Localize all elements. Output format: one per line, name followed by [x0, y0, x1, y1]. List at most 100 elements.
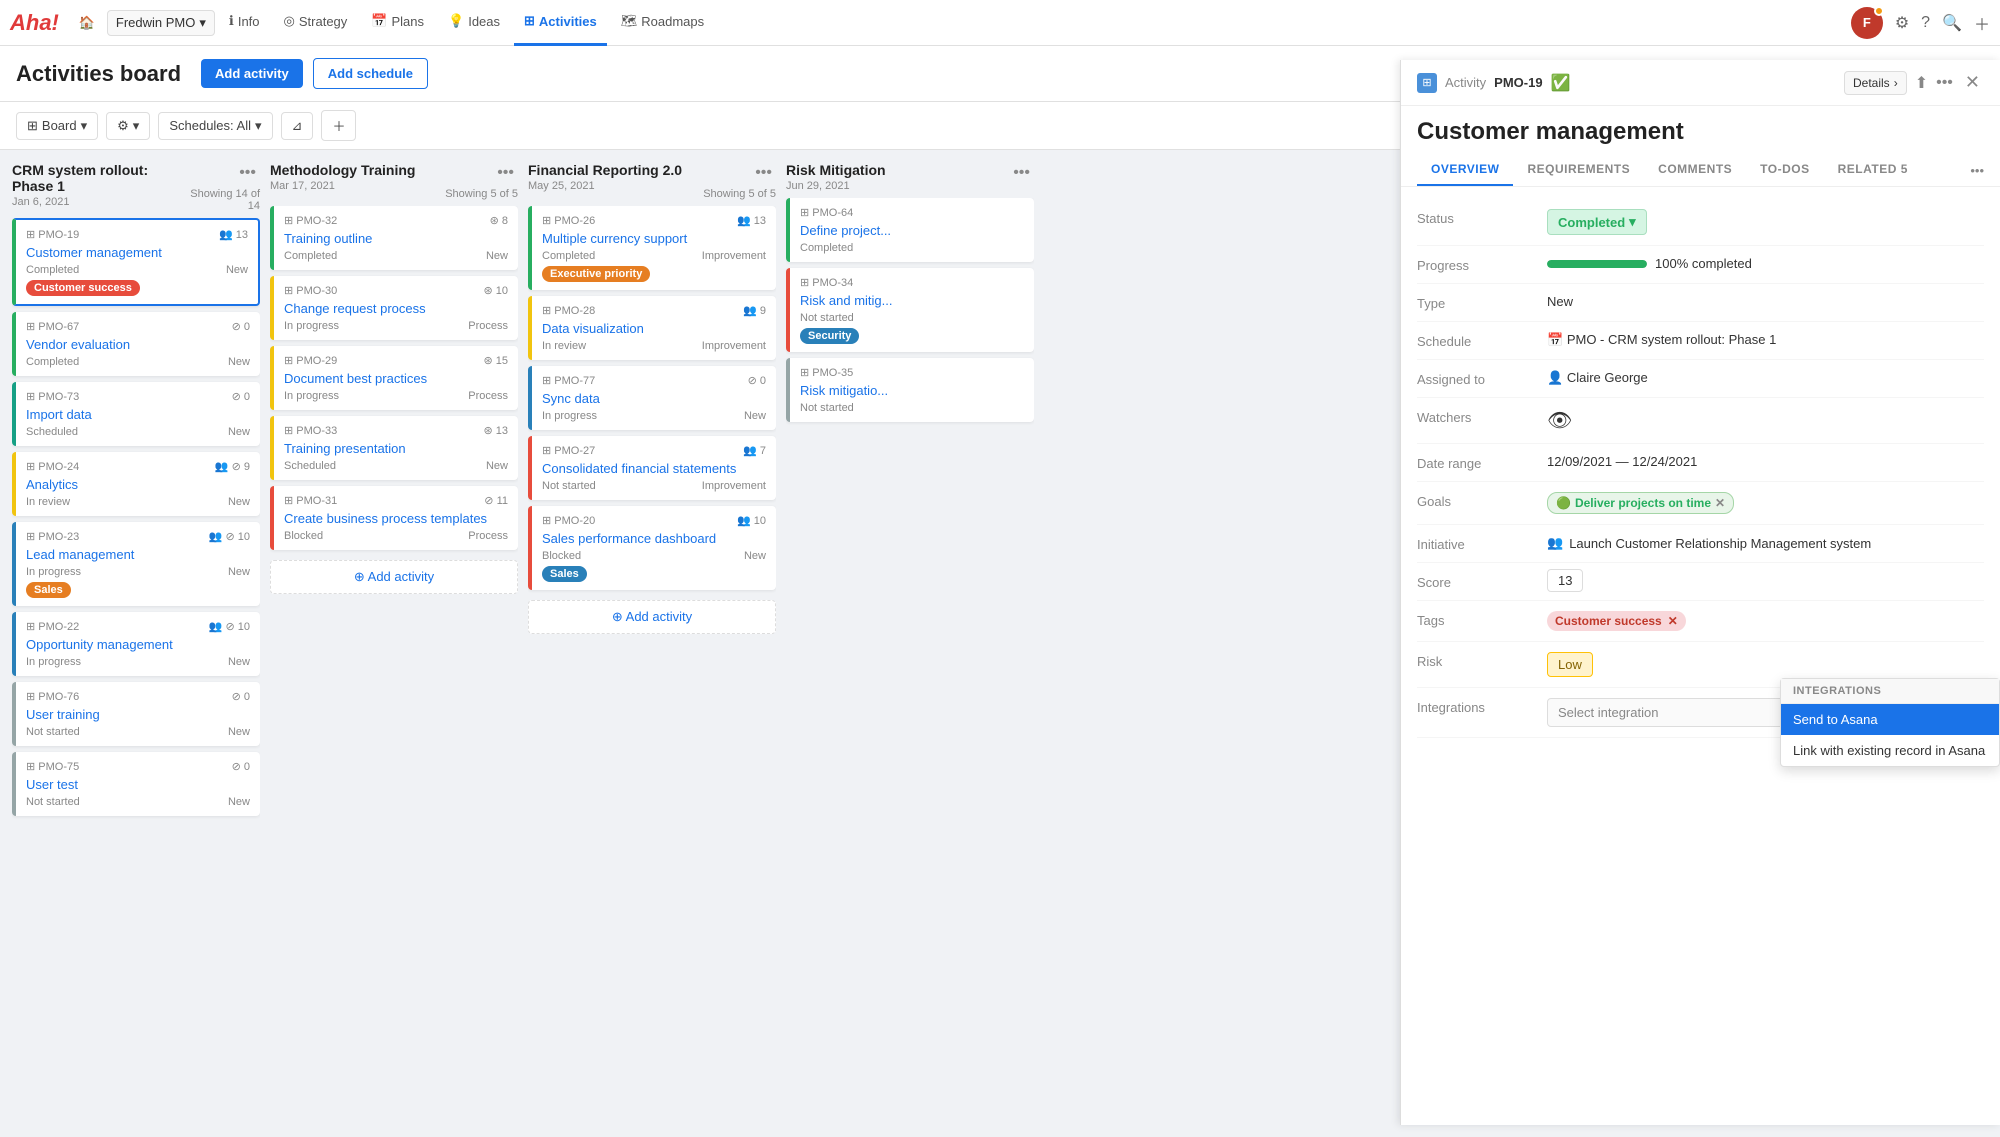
- card-title-pmo-73[interactable]: Import data: [26, 407, 250, 422]
- search-icon[interactable]: 🔍: [1942, 13, 1962, 33]
- card-pmo-28[interactable]: ⊞ PMO-28 👥 9 Data visualization In revie…: [528, 296, 776, 360]
- settings-button[interactable]: ⚙ ▾: [106, 112, 150, 140]
- nav-info[interactable]: ℹ Info: [219, 0, 270, 46]
- card-title-pmo-22[interactable]: Opportunity management: [26, 637, 250, 652]
- card-pmo-64[interactable]: ⊞ PMO-64 Define project... Completed: [786, 198, 1034, 262]
- card-title-pmo-24[interactable]: Analytics: [26, 477, 250, 492]
- card-pmo-31[interactable]: ⊞ PMO-31 ⊘ 11 Create business process te…: [270, 486, 518, 550]
- tab-requirements[interactable]: REQUIREMENTS: [1513, 154, 1644, 186]
- panel-details-button[interactable]: Details ›: [1844, 71, 1907, 95]
- app-logo: Aha!: [10, 10, 59, 36]
- card-pmo-34[interactable]: ⊞ PMO-34 Risk and mitig... Not started S…: [786, 268, 1034, 352]
- initiative-icon: 👥: [1547, 535, 1563, 551]
- field-assigned-to: Assigned to 👤 Claire George: [1417, 360, 1984, 398]
- nav-plans[interactable]: 📅 Plans: [361, 0, 434, 46]
- card-pmo-33[interactable]: ⊞ PMO-33 ⊛ 13 Training presentation Sche…: [270, 416, 518, 480]
- add-column-button[interactable]: ＋: [321, 110, 356, 141]
- card-title-pmo-20[interactable]: Sales performance dashboard: [542, 531, 766, 546]
- nav-ideas[interactable]: 💡 Ideas: [438, 0, 510, 46]
- card-title-pmo-34[interactable]: Risk and mitig...: [800, 293, 1024, 308]
- card-pmo-27[interactable]: ⊞ PMO-27 👥 7 Consolidated financial stat…: [528, 436, 776, 500]
- schedules-filter-button[interactable]: Schedules: All ▾: [158, 112, 272, 140]
- nav-roadmaps[interactable]: 🗺 Roadmaps: [611, 0, 714, 46]
- panel-close-button[interactable]: ✕: [1961, 70, 1984, 95]
- settings-icon[interactable]: ⚙: [1895, 13, 1909, 33]
- card-pmo-67[interactable]: ⊞ PMO-67 ⊘ 0 Vendor evaluation Completed…: [12, 312, 260, 376]
- add-activity-financial[interactable]: ⊕ Add activity: [528, 600, 776, 634]
- card-pmo-76[interactable]: ⊞ PMO-76 ⊘ 0 User training Not started N…: [12, 682, 260, 746]
- card-pmo-32[interactable]: ⊞ PMO-32 ⊛ 8 Training outline Completed …: [270, 206, 518, 270]
- assignee-avatar-icon: 👤: [1547, 370, 1567, 385]
- card-title-pmo-76[interactable]: User training: [26, 707, 250, 722]
- card-icons-pmo-33: ⊛ 13: [483, 424, 508, 437]
- card-title-pmo-28[interactable]: Data visualization: [542, 321, 766, 336]
- card-type-pmo-23: New: [228, 566, 250, 578]
- card-type-pmo-73: New: [228, 426, 250, 438]
- card-title-pmo-35[interactable]: Risk mitigatio...: [800, 383, 1024, 398]
- nav-activities[interactable]: ⊞ Activities: [514, 0, 607, 46]
- card-pmo-20[interactable]: ⊞ PMO-20 👥 10 Sales performance dashboar…: [528, 506, 776, 590]
- card-pmo-22[interactable]: ⊞ PMO-22 👥 ⊘ 10 Opportunity management I…: [12, 612, 260, 676]
- panel-export-icon[interactable]: ⬆: [1915, 73, 1928, 93]
- filter-button[interactable]: ⊿: [281, 112, 314, 140]
- card-type-pmo-22: New: [228, 656, 250, 668]
- card-title-pmo-32[interactable]: Training outline: [284, 231, 508, 246]
- card-pmo-77[interactable]: ⊞ PMO-77 ⊘ 0 Sync data In progress New: [528, 366, 776, 430]
- status-badge[interactable]: Completed ▾: [1547, 209, 1647, 235]
- add-activity-methodology[interactable]: ⊕ Add activity: [270, 560, 518, 594]
- card-pmo-73[interactable]: ⊞ PMO-73 ⊘ 0 Import data Scheduled New: [12, 382, 260, 446]
- col-menu-financial[interactable]: •••: [751, 162, 776, 184]
- card-title-pmo-19[interactable]: Customer management: [26, 245, 248, 260]
- field-label-tags: Tags: [1417, 611, 1547, 628]
- card-title-pmo-30[interactable]: Change request process: [284, 301, 508, 316]
- help-icon[interactable]: ?: [1921, 14, 1930, 32]
- card-pmo-75[interactable]: ⊞ PMO-75 ⊘ 0 User test Not started New: [12, 752, 260, 816]
- card-title-pmo-29[interactable]: Document best practices: [284, 371, 508, 386]
- card-title-pmo-27[interactable]: Consolidated financial statements: [542, 461, 766, 476]
- progress-label: 100% completed: [1655, 256, 1752, 271]
- card-icons-pmo-26: 👥 13: [737, 214, 766, 227]
- card-pmo-19[interactable]: ⊞ PMO-19 👥 13 Customer management Comple…: [12, 218, 260, 306]
- col-menu-crm[interactable]: •••: [235, 162, 260, 184]
- card-title-pmo-77[interactable]: Sync data: [542, 391, 766, 406]
- card-title-pmo-64[interactable]: Define project...: [800, 223, 1024, 238]
- initiative-text: Launch Customer Relationship Management …: [1569, 536, 1871, 551]
- field-value-date-range: 12/09/2021 — 12/24/2021: [1547, 454, 1984, 469]
- field-label-initiative: Initiative: [1417, 535, 1547, 552]
- col-menu-methodology[interactable]: •••: [493, 162, 518, 184]
- tab-comments[interactable]: COMMENTS: [1644, 154, 1746, 186]
- integration-item-link-asana[interactable]: Link with existing record in Asana: [1781, 735, 1999, 766]
- add-icon[interactable]: ＋: [1974, 11, 1990, 35]
- card-title-pmo-33[interactable]: Training presentation: [284, 441, 508, 456]
- card-pmo-26[interactable]: ⊞ PMO-26 👥 13 Multiple currency support …: [528, 206, 776, 290]
- card-pmo-23[interactable]: ⊞ PMO-23 👥 ⊘ 10 Lead management In progr…: [12, 522, 260, 606]
- card-pmo-30[interactable]: ⊞ PMO-30 ⊛ 10 Change request process In …: [270, 276, 518, 340]
- panel-tab-more-icon[interactable]: •••: [1970, 163, 1984, 178]
- card-title-pmo-75[interactable]: User test: [26, 777, 250, 792]
- card-title-pmo-67[interactable]: Vendor evaluation: [26, 337, 250, 352]
- card-pmo-24[interactable]: ⊞ PMO-24 👥 ⊘ 9 Analytics In review New: [12, 452, 260, 516]
- project-dropdown[interactable]: Fredwin PMO ▾: [107, 10, 215, 36]
- integration-item-send-asana[interactable]: Send to Asana: [1781, 704, 1999, 735]
- board-view-button[interactable]: ⊞ Board ▾: [16, 112, 98, 140]
- col-menu-risk[interactable]: •••: [1009, 162, 1034, 184]
- integration-dropdown-header: INTEGRATIONS: [1781, 679, 1999, 704]
- field-value-goals: 🟢 Deliver projects on time ✕: [1547, 492, 1984, 514]
- add-schedule-button[interactable]: Add schedule: [313, 58, 428, 89]
- panel-more-icon[interactable]: •••: [1936, 74, 1953, 92]
- avatar[interactable]: F: [1851, 7, 1883, 39]
- tab-todos[interactable]: TO-DOS: [1746, 154, 1823, 186]
- card-id-pmo-73: ⊞ PMO-73: [26, 390, 79, 403]
- card-title-pmo-31[interactable]: Create business process templates: [284, 511, 508, 526]
- card-pmo-29[interactable]: ⊞ PMO-29 ⊛ 15 Document best practices In…: [270, 346, 518, 410]
- tab-related[interactable]: RELATED 5: [1824, 154, 1922, 186]
- tab-overview[interactable]: OVERVIEW: [1417, 154, 1513, 186]
- card-pmo-35[interactable]: ⊞ PMO-35 Risk mitigatio... Not started: [786, 358, 1034, 422]
- home-button[interactable]: 🏠: [71, 7, 103, 39]
- card-title-pmo-26[interactable]: Multiple currency support: [542, 231, 766, 246]
- add-activity-button[interactable]: Add activity: [201, 59, 303, 88]
- tag-remove-customer-success[interactable]: ✕: [1668, 614, 1678, 628]
- goals-remove-icon[interactable]: ✕: [1715, 496, 1725, 510]
- nav-strategy[interactable]: ◎ Strategy: [274, 0, 358, 46]
- card-title-pmo-23[interactable]: Lead management: [26, 547, 250, 562]
